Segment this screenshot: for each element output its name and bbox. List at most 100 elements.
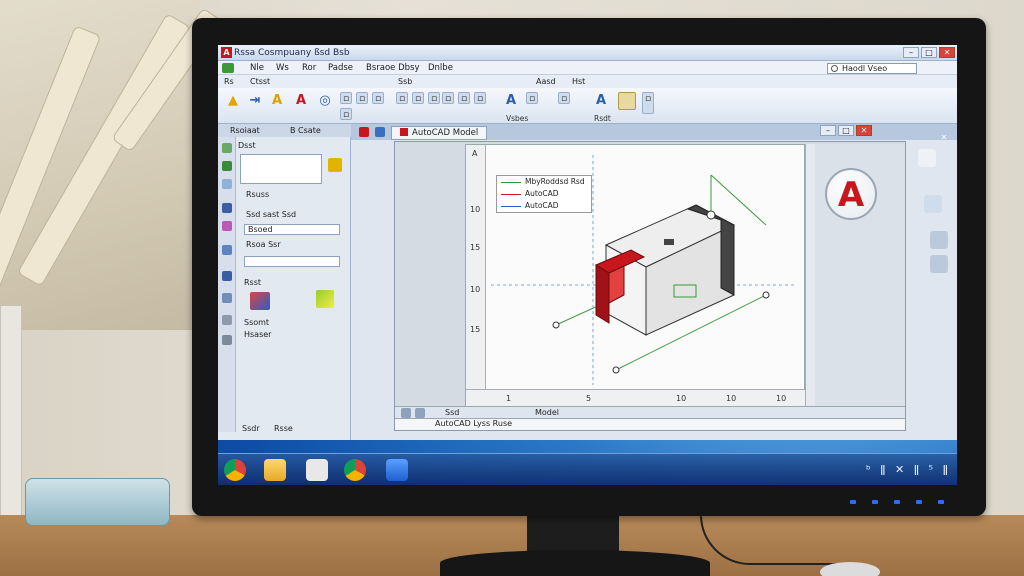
drawing-canvas[interactable]: A 10 15 10 15 1 5 10 10 10 MbyRoddsd Rsd	[465, 144, 806, 407]
ribbon-tab[interactable]: Hst	[572, 77, 585, 86]
ribbon-tab[interactable]: Ssb	[398, 77, 412, 86]
toolbar-small-icon[interactable]: ▫	[474, 92, 486, 104]
tool-palette-icon[interactable]	[316, 290, 334, 308]
window-icon[interactable]	[386, 459, 408, 481]
tool-icon[interactable]	[222, 221, 232, 231]
palette-row[interactable]: Rsst	[244, 278, 352, 287]
tool-icon[interactable]	[222, 335, 232, 345]
toolbar-small-icon[interactable]: ▫	[412, 92, 424, 104]
chrome-icon[interactable]	[224, 459, 246, 481]
desktop-close-icon[interactable]: ✕	[936, 133, 952, 144]
toolbar-small-icon[interactable]: ▫	[458, 92, 470, 104]
toolbar-small-icon[interactable]: ▫	[396, 92, 408, 104]
ribbon-tab[interactable]: Aasd	[536, 77, 556, 86]
toolbar-small-icon[interactable]: ▫	[340, 92, 352, 104]
quick-access-icon[interactable]	[222, 63, 234, 73]
ribbon-tab[interactable]: Rs	[224, 77, 234, 86]
menu-item[interactable]: Padse	[328, 63, 353, 73]
window-controls: – □ ✕	[903, 47, 955, 58]
palette-field[interactable]	[244, 256, 340, 267]
desktop-icon[interactable]	[918, 149, 936, 167]
text-icon[interactable]: A	[592, 92, 610, 110]
document-icon[interactable]	[359, 127, 369, 137]
menu-item[interactable]: Nle	[250, 63, 264, 73]
toolbar-small-icon[interactable]: ▫	[428, 92, 440, 104]
toolbar-small-icon[interactable]: ▫	[526, 92, 538, 104]
taskbar: ᵇ ǁ ✕ ǁ ⁵ ǁ	[218, 453, 957, 485]
desktop-icon[interactable]	[924, 195, 942, 213]
block-icon[interactable]	[250, 292, 270, 310]
desktop-icon[interactable]	[930, 255, 948, 273]
doc-minimize-button[interactable]: –	[820, 125, 836, 136]
layout-tab[interactable]: Ssd	[445, 408, 459, 417]
tool-icon[interactable]	[222, 315, 232, 325]
app-logo-icon[interactable]: A	[221, 47, 232, 58]
document-icon[interactable]	[375, 127, 385, 137]
doc-close-button[interactable]: ✕	[856, 125, 872, 136]
dimension-node	[612, 366, 620, 374]
title-bar[interactable]: A Rssa Cosmpuany ßsd Bsb – □ ✕	[218, 45, 957, 61]
folder-icon[interactable]	[264, 459, 286, 481]
search-input[interactable]: Haodl Vseo	[827, 63, 917, 74]
menu-item[interactable]: Ror	[302, 63, 316, 73]
arrow-tool-icon[interactable]: ⇥	[246, 92, 264, 110]
autocad-text-icon[interactable]: A	[292, 92, 310, 110]
tool-icon[interactable]	[222, 245, 232, 255]
layer-properties-icon[interactable]	[618, 92, 636, 110]
tool-icon[interactable]	[222, 179, 232, 189]
toolbar-small-icon[interactable]: ▫	[442, 92, 454, 104]
palette-tabs: Rsoiaat B Csate	[218, 124, 351, 137]
desktop-icon[interactable]	[930, 231, 948, 249]
window-title: Rssa Cosmpuany ßsd Bsb	[234, 48, 350, 58]
palette-row[interactable]: Hsaser	[244, 330, 352, 339]
minimize-button[interactable]: –	[903, 47, 919, 58]
nav-arrow-icon[interactable]	[415, 408, 425, 418]
palette-button[interactable]: Rsse	[274, 424, 293, 433]
toolbar-small-icon[interactable]: ▫	[372, 92, 384, 104]
menu-item[interactable]: Bsraoe Dbsy	[366, 63, 420, 73]
text-style-icon[interactable]: A	[268, 92, 286, 110]
vertical-scrollbar[interactable]	[805, 144, 815, 406]
toolbar-small-icon[interactable]: ▫	[642, 92, 654, 114]
palette-row[interactable]: Ssd sast Ssd	[246, 210, 354, 219]
doc-maximize-button[interactable]: □	[838, 125, 854, 136]
orbit-tool-icon[interactable]: ◎	[316, 92, 334, 110]
toolbar-small-icon[interactable]: ▫	[558, 92, 570, 104]
menu-item[interactable]: Dnlbe	[428, 63, 453, 73]
toolbar-small-icon[interactable]: ▫	[356, 92, 368, 104]
ribbon-group-label: Vsbes	[506, 114, 529, 123]
tool-icon[interactable]	[222, 161, 232, 171]
toolbar-small-icon[interactable]: ▫	[340, 108, 352, 120]
text-icon[interactable]: A	[502, 92, 520, 110]
search-value: Haodl Vseo	[842, 64, 888, 73]
palette-button[interactable]: Ssdr	[242, 424, 260, 433]
system-tray[interactable]: ᵇ ǁ ✕ ǁ ⁵ ǁ	[866, 463, 951, 476]
menu-item[interactable]: Ws	[276, 63, 289, 73]
menu-bar: Nle Ws Ror Padse Bsraoe Dbsy Dnlbe Haodl…	[218, 61, 957, 75]
cad-model-drawing[interactable]	[466, 145, 806, 407]
palette-row[interactable]: Rsuss	[246, 190, 354, 199]
maximize-button[interactable]: □	[921, 47, 937, 58]
ribbon-tabs: Rs Ctsst Ssb Aasd Hst	[218, 75, 957, 88]
palette-field[interactable]: Bsoed	[244, 224, 340, 235]
dimension-node	[706, 210, 716, 220]
tool-icon[interactable]	[222, 203, 232, 213]
palette-tab[interactable]: Rsoiaat	[230, 126, 260, 135]
chrome-icon[interactable]	[344, 459, 366, 481]
palette-tab[interactable]: B Csate	[290, 126, 321, 135]
ribbon-tab[interactable]: Ctsst	[250, 77, 270, 86]
close-button[interactable]: ✕	[939, 47, 955, 58]
command-line[interactable]: AutoCAD Lyss Ruse	[395, 418, 905, 430]
app-icon[interactable]	[306, 459, 328, 481]
tool-icon[interactable]	[222, 143, 232, 153]
ribbon-toolbar: ▲ ⇥ A A ◎ ▫ ▫ ▫ ▫ ▫ ▫ ▫ ▫ ▫ ▫ A ▫ ▫ A ▫ …	[218, 88, 957, 124]
document-tab[interactable]: AutoCAD Model	[391, 126, 488, 140]
warning-triangle-icon[interactable]: ▲	[224, 92, 242, 110]
tool-icon[interactable]	[222, 271, 232, 281]
palette-row[interactable]: Rsoa Ssr	[246, 240, 354, 249]
nav-arrow-icon[interactable]	[401, 408, 411, 418]
tool-icon[interactable]	[222, 293, 232, 303]
layout-tab[interactable]: Model	[535, 408, 559, 417]
palette-row[interactable]: Ssomt	[244, 318, 352, 327]
palette-row[interactable]: Dsst	[238, 141, 346, 150]
